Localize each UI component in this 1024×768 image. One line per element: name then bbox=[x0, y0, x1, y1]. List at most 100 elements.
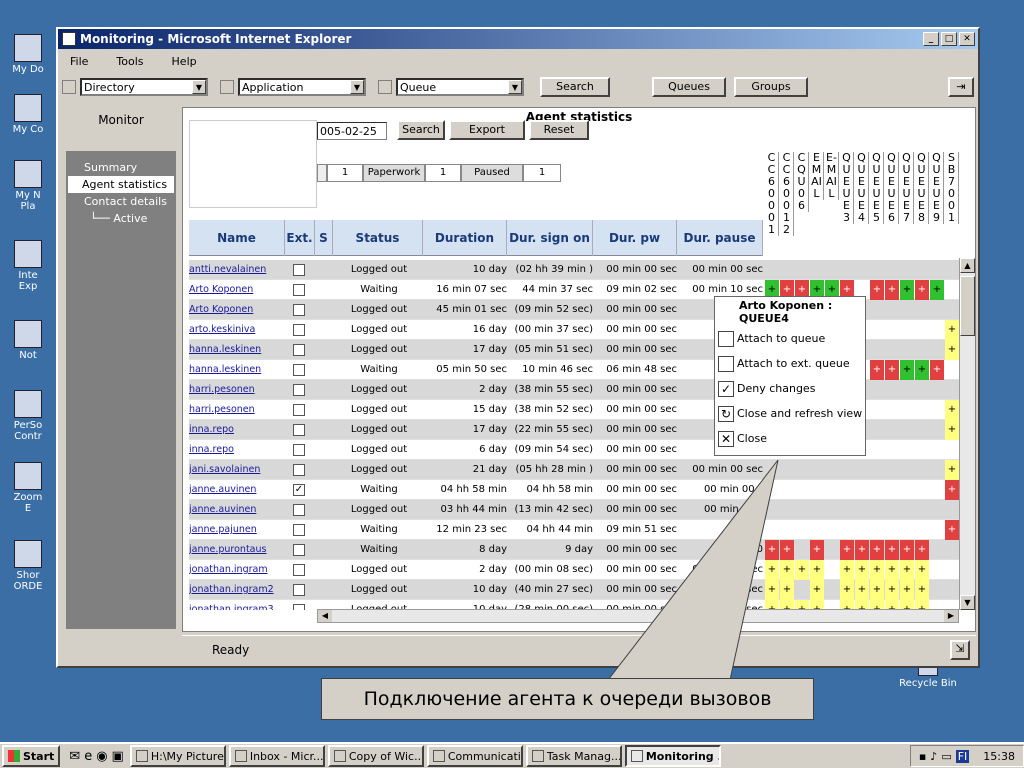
ext-checkbox[interactable] bbox=[293, 524, 305, 536]
queue-column-header[interactable]: EMAIL bbox=[810, 152, 824, 200]
directory-select[interactable]: Directory ▼ bbox=[80, 78, 208, 96]
queue-column-header[interactable]: QUEUE8 bbox=[915, 152, 929, 224]
search-button[interactable]: Search bbox=[397, 120, 445, 140]
col-dur-pause[interactable]: Dur. pause bbox=[677, 220, 763, 256]
ext-checkbox[interactable] bbox=[293, 584, 305, 596]
chevron-down-icon[interactable]: ▼ bbox=[350, 80, 364, 94]
queue-cell[interactable]: + bbox=[870, 540, 884, 560]
desktop-icon[interactable]: Shor ORDE bbox=[0, 540, 56, 592]
queue-column-header[interactable]: QUEUE7 bbox=[900, 152, 914, 224]
ext-checkbox[interactable] bbox=[293, 544, 305, 556]
ext-checkbox[interactable] bbox=[293, 424, 305, 436]
queue-cell[interactable]: + bbox=[840, 560, 854, 580]
date-input[interactable]: 005-02-25 bbox=[317, 122, 387, 140]
ext-checkbox[interactable] bbox=[293, 284, 305, 296]
desktop-icon[interactable]: My Do bbox=[0, 34, 56, 75]
queue-cell[interactable]: + bbox=[945, 460, 959, 480]
outlook-icon[interactable]: ✉ bbox=[69, 749, 80, 764]
col-name[interactable]: Name bbox=[189, 220, 285, 256]
col-s[interactable]: S bbox=[315, 220, 333, 256]
queues-button[interactable]: Queues bbox=[652, 77, 726, 97]
taskbar-task-button[interactable]: Copy of Wic... bbox=[327, 745, 424, 767]
queue-cell[interactable]: + bbox=[840, 580, 854, 600]
ext-checkbox[interactable] bbox=[293, 344, 305, 356]
chevron-down-icon[interactable]: ▼ bbox=[192, 80, 206, 94]
queue-cell[interactable]: + bbox=[915, 560, 929, 580]
close-window-button[interactable]: ✕ bbox=[959, 32, 975, 46]
resize-grip-icon[interactable]: ⇲ bbox=[950, 640, 970, 660]
ext-checkbox[interactable] bbox=[293, 444, 305, 456]
queue-cell[interactable]: + bbox=[915, 280, 929, 300]
scroll-down-icon[interactable]: ▼ bbox=[960, 595, 975, 610]
taskbar-task-button[interactable]: Task Manag... bbox=[525, 745, 622, 767]
queue-cell[interactable]: + bbox=[945, 420, 959, 440]
agent-name-link[interactable]: inna.repo bbox=[189, 420, 285, 440]
ext-checkbox[interactable] bbox=[293, 264, 305, 276]
ext-checkbox[interactable] bbox=[293, 384, 305, 396]
queue-cell[interactable]: + bbox=[885, 580, 899, 600]
queue-cell[interactable]: + bbox=[945, 400, 959, 420]
sidebar-item-contact-details[interactable]: Contact details bbox=[66, 193, 176, 210]
queue-column-header[interactable]: QUEUE5 bbox=[870, 152, 884, 224]
queue-cell[interactable]: + bbox=[930, 280, 944, 300]
queue-cell[interactable]: + bbox=[870, 280, 884, 300]
queue-cell[interactable]: + bbox=[870, 360, 884, 380]
queue-cell[interactable]: + bbox=[945, 520, 959, 540]
desktop-icon[interactable]: Inte Exp bbox=[0, 240, 56, 292]
queue-cell[interactable]: + bbox=[870, 580, 884, 600]
scroll-left-icon[interactable]: ◀ bbox=[318, 610, 332, 622]
popup-item-checkbox[interactable]: ↻ bbox=[718, 406, 734, 422]
ext-checkbox[interactable] bbox=[293, 304, 305, 316]
desktop-icon[interactable]: My N Pla bbox=[0, 160, 56, 212]
col-dur-sign-on[interactable]: Dur. sign on bbox=[507, 220, 593, 256]
queue-cell[interactable]: + bbox=[840, 540, 854, 560]
popup-item-label[interactable]: Attach to queue bbox=[737, 332, 825, 345]
display-icon[interactable]: ▭ bbox=[941, 750, 951, 763]
maximize-button[interactable]: □ bbox=[941, 32, 957, 46]
groups-button[interactable]: Groups bbox=[734, 77, 808, 97]
scroll-right-icon[interactable]: ▶ bbox=[944, 610, 958, 622]
agent-name-link[interactable]: janne.auvinen bbox=[189, 500, 285, 520]
queue-column-header[interactable]: QUEUE4 bbox=[855, 152, 869, 224]
queue-cell[interactable]: + bbox=[885, 280, 899, 300]
queue-column-header[interactable]: CQU06 bbox=[795, 152, 809, 212]
queue-cell[interactable]: + bbox=[915, 360, 929, 380]
desktop-icon[interactable]: My Co bbox=[0, 94, 56, 135]
vertical-scrollbar[interactable]: ▲ ▼ bbox=[959, 258, 975, 610]
queue-cell[interactable]: + bbox=[945, 340, 959, 360]
agent-name-link[interactable]: janne.purontaus bbox=[189, 540, 285, 560]
volume-icon[interactable]: ♪ bbox=[930, 750, 937, 763]
col-dur-pw[interactable]: Dur. pw bbox=[593, 220, 677, 256]
agent-name-link[interactable]: Arto Koponen bbox=[189, 300, 285, 320]
ie-quicklaunch-icon[interactable]: e bbox=[84, 749, 92, 764]
queue-cell[interactable]: + bbox=[915, 580, 929, 600]
minimize-button[interactable]: _ bbox=[923, 32, 939, 46]
popup-item-checkbox[interactable] bbox=[718, 356, 734, 372]
ext-checkbox[interactable] bbox=[293, 604, 305, 610]
agent-name-link[interactable]: jonathan.ingram bbox=[189, 560, 285, 580]
application-select[interactable]: Application ▼ bbox=[238, 78, 366, 96]
agent-name-link[interactable]: hanna.leskinen bbox=[189, 360, 285, 380]
queue-cell[interactable]: + bbox=[915, 540, 929, 560]
queue-cell[interactable]: + bbox=[900, 280, 914, 300]
agent-name-link[interactable]: hanna.leskinen bbox=[189, 340, 285, 360]
agent-name-link[interactable]: janne.auvinen bbox=[189, 480, 285, 500]
sidebar-item-summary[interactable]: Summary bbox=[66, 159, 176, 176]
queue-cell[interactable]: + bbox=[870, 560, 884, 580]
col-duration[interactable]: Duration bbox=[423, 220, 507, 256]
taskbar-task-button[interactable]: Inbox - Micr... bbox=[228, 745, 325, 767]
taskbar-task-button[interactable]: H:\My Pictures bbox=[129, 745, 226, 767]
popup-item-checkbox[interactable]: ✓ bbox=[718, 381, 734, 397]
ext-checkbox[interactable] bbox=[293, 464, 305, 476]
queue-cell[interactable]: + bbox=[900, 540, 914, 560]
queue-cell[interactable]: + bbox=[855, 540, 869, 560]
network-icon[interactable]: ▪ bbox=[919, 750, 926, 763]
queue-column-header[interactable]: QUEUE9 bbox=[930, 152, 944, 224]
desktop-icon[interactable]: Zoom E bbox=[0, 462, 56, 514]
chevron-down-icon[interactable]: ▼ bbox=[508, 80, 522, 94]
popup-item-label[interactable]: Attach to ext. queue bbox=[737, 357, 850, 370]
queue-column-header[interactable]: QUEUE6 bbox=[885, 152, 899, 224]
agent-name-link[interactable]: inna.repo bbox=[189, 440, 285, 460]
col-status[interactable]: Status bbox=[333, 220, 423, 256]
agent-name-link[interactable]: Arto Koponen bbox=[189, 280, 285, 300]
